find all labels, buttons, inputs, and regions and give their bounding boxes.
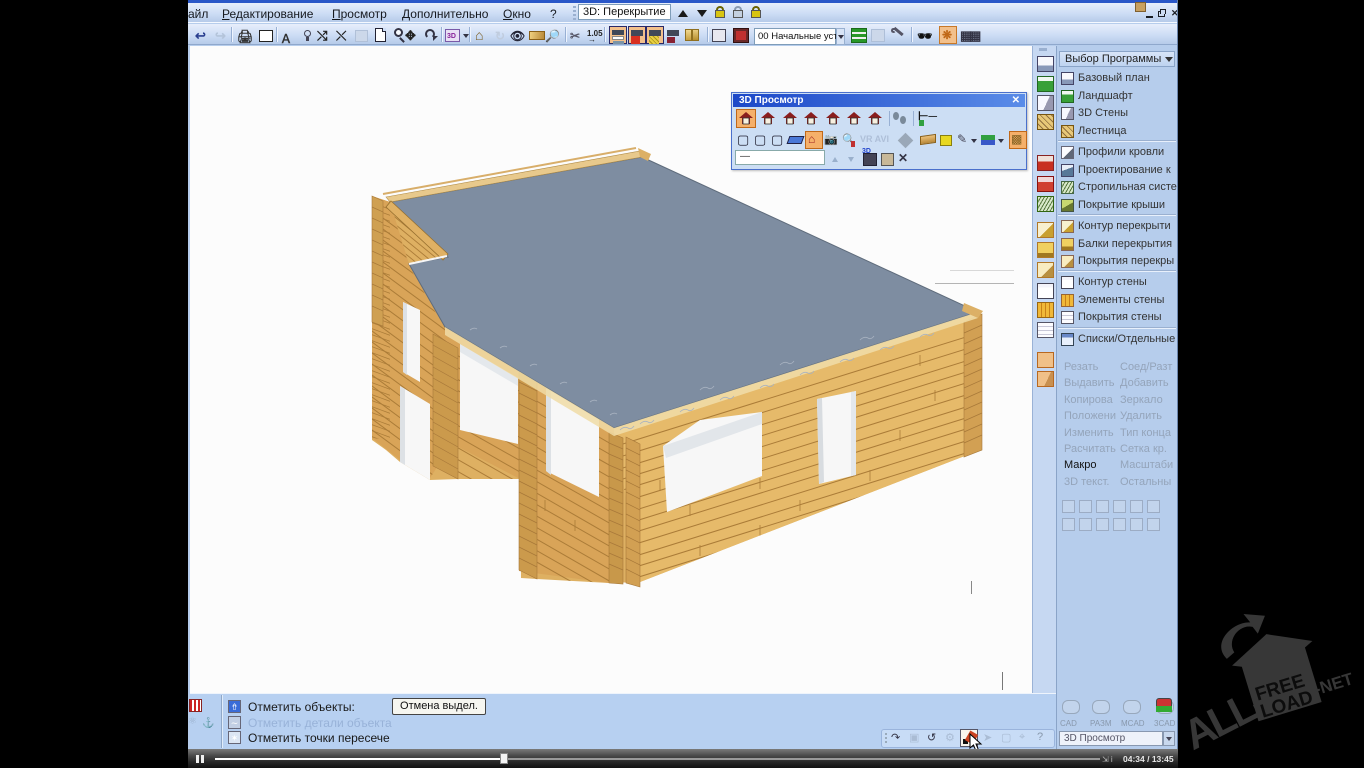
svg-text:-NET: -NET	[1312, 669, 1356, 699]
